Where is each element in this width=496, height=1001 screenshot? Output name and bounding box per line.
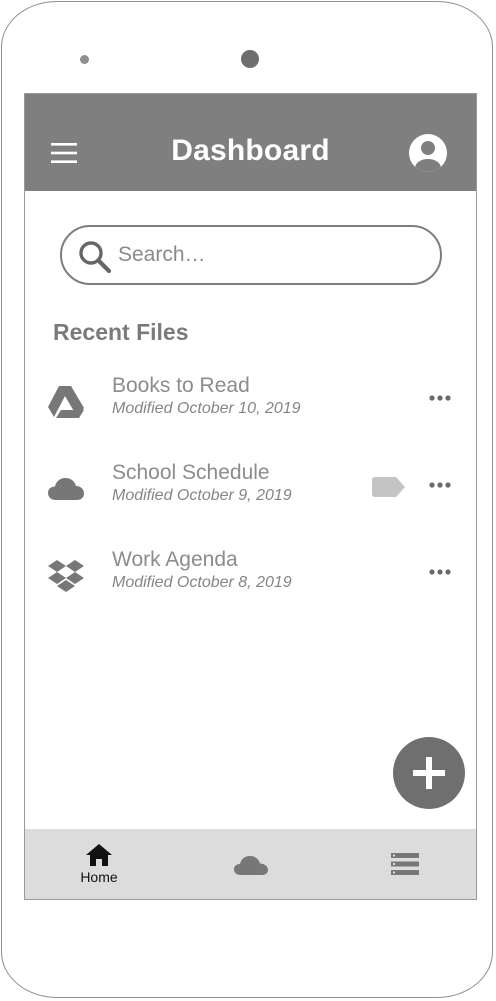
- file-row-work-agenda[interactable]: Work Agenda Modified October 8, 2019: [25, 548, 476, 608]
- more-options-icon[interactable]: [429, 394, 451, 402]
- front-camera: [241, 50, 259, 68]
- file-modified-date: Modified October 10, 2019: [112, 400, 301, 417]
- list-icon[interactable]: [391, 853, 419, 875]
- cloud-icon: [48, 478, 84, 500]
- nav-home-label: Home: [80, 869, 118, 885]
- search-bar[interactable]: [60, 225, 442, 285]
- file-row-school-schedule[interactable]: School Schedule Modified October 9, 2019: [25, 461, 476, 521]
- sensor-dot: [80, 55, 89, 64]
- phone-frame: Dashboard Recent Files: [1, 1, 493, 998]
- file-name: Work Agenda: [112, 548, 238, 571]
- google-drive-icon: [48, 386, 84, 418]
- nav-tab-home[interactable]: Home: [73, 843, 125, 889]
- dropbox-icon: [48, 560, 84, 592]
- tag-icon[interactable]: [372, 477, 406, 497]
- app-screen: Dashboard Recent Files: [24, 93, 477, 900]
- file-name: School Schedule: [112, 461, 270, 484]
- cloud-icon[interactable]: [233, 853, 269, 877]
- home-icon: [86, 844, 112, 866]
- more-options-icon[interactable]: [429, 481, 451, 489]
- file-modified-date: Modified October 8, 2019: [112, 574, 292, 591]
- recent-files-title: Recent Files: [53, 319, 189, 345]
- bottom-navigation: Home: [25, 829, 476, 899]
- more-options-icon[interactable]: [429, 568, 451, 576]
- file-row-books-to-read[interactable]: Books to Read Modified October 10, 2019: [25, 374, 476, 434]
- account-circle-icon[interactable]: [409, 134, 447, 172]
- plus-icon: [413, 757, 445, 789]
- file-name: Books to Read: [112, 374, 250, 397]
- file-modified-date: Modified October 9, 2019: [112, 487, 292, 504]
- app-header: Dashboard: [25, 94, 476, 191]
- add-file-button[interactable]: [393, 737, 465, 809]
- search-icon: [79, 241, 112, 274]
- search-input[interactable]: [118, 240, 418, 270]
